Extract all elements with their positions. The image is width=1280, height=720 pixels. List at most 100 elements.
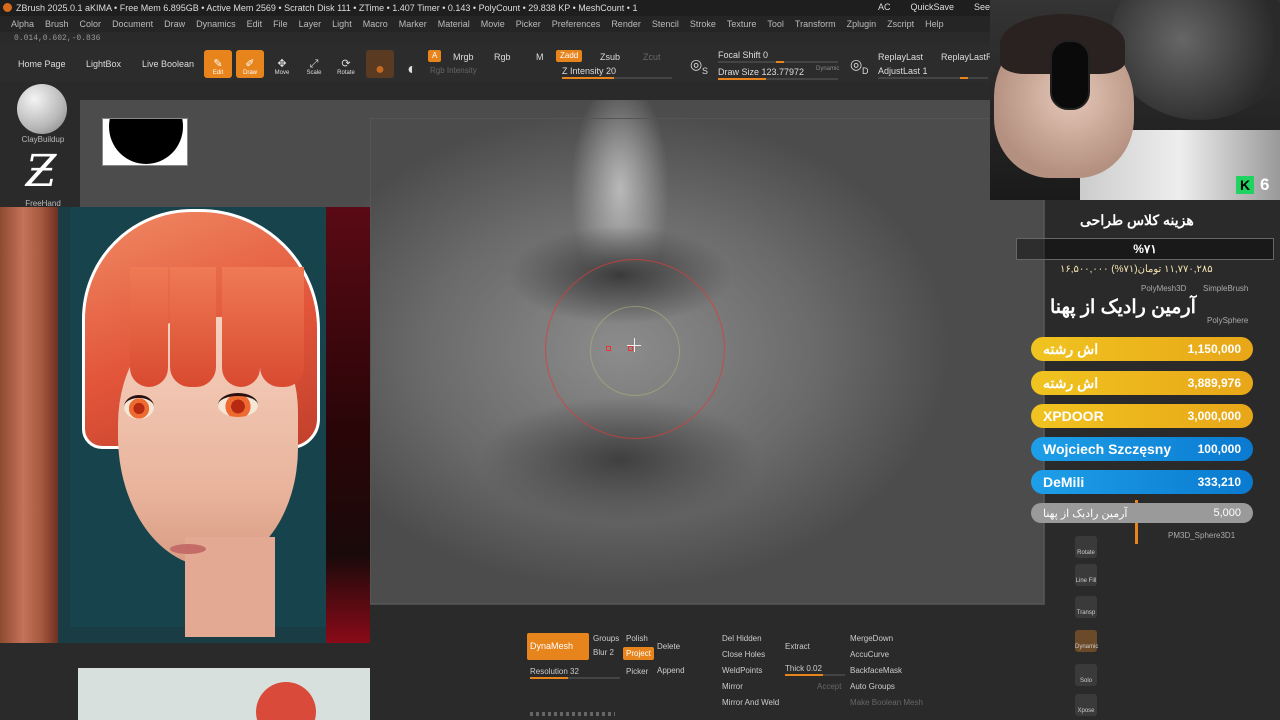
rgb-button[interactable]: Rgb bbox=[494, 52, 511, 62]
adjust-last-track[interactable] bbox=[878, 77, 988, 79]
blur-slider[interactable]: Blur 2 bbox=[593, 648, 614, 657]
menu-item-draw[interactable]: Draw bbox=[164, 19, 185, 29]
menu-item-file[interactable]: File bbox=[273, 19, 288, 29]
accept-button[interactable]: Accept bbox=[817, 682, 841, 691]
zcut-button[interactable]: Zcut bbox=[643, 52, 661, 62]
z-intensity-slider[interactable]: Z Intensity 20 bbox=[562, 66, 616, 76]
see-button[interactable]: See bbox=[974, 2, 990, 12]
menu-item-preferences[interactable]: Preferences bbox=[552, 19, 601, 29]
del-hidden-button[interactable]: Del Hidden bbox=[722, 634, 762, 643]
m-button[interactable]: M bbox=[536, 52, 544, 62]
dynamesh-button[interactable]: DynaMesh bbox=[527, 633, 589, 660]
menu-item-layer[interactable]: Layer bbox=[299, 19, 322, 29]
transp-icon[interactable]: Transp bbox=[1075, 596, 1097, 618]
menu-item-picker[interactable]: Picker bbox=[516, 19, 541, 29]
xpose-icon[interactable]: Xpose bbox=[1075, 694, 1097, 716]
draw-button[interactable]: ✐ Draw bbox=[236, 50, 264, 78]
solo-icon[interactable]: Solo bbox=[1075, 664, 1097, 686]
resolution-slider[interactable]: Resolution 32 bbox=[530, 667, 579, 676]
extract-button[interactable]: Extract bbox=[785, 642, 810, 651]
live-boolean-button[interactable]: Live Boolean bbox=[142, 59, 194, 69]
picker-button[interactable]: Picker bbox=[626, 667, 648, 676]
menu-item-document[interactable]: Document bbox=[112, 19, 153, 29]
polymesh-label[interactable]: PolyMesh3D bbox=[1141, 284, 1186, 293]
delete-button[interactable]: Delete bbox=[657, 642, 680, 651]
s-button[interactable]: S bbox=[702, 66, 708, 76]
accucurve-button[interactable]: AccuCurve bbox=[850, 650, 889, 659]
groups-button[interactable]: Groups bbox=[593, 634, 619, 643]
menu-item-movie[interactable]: Movie bbox=[481, 19, 505, 29]
texture-button[interactable]: ◐ bbox=[398, 50, 426, 78]
panel-resize-handle[interactable] bbox=[530, 712, 615, 716]
menu-item-dynamics[interactable]: Dynamics bbox=[196, 19, 236, 29]
mirror-and-weld-button[interactable]: Mirror And Weld bbox=[722, 698, 779, 707]
mrgb-button[interactable]: Mrgb bbox=[453, 52, 474, 62]
ac-button[interactable]: AC bbox=[878, 2, 891, 12]
polysphere-label[interactable]: PolySphere bbox=[1207, 316, 1248, 325]
menu-item-material[interactable]: Material bbox=[438, 19, 470, 29]
menu-item-transform[interactable]: Transform bbox=[795, 19, 836, 29]
rotate-button[interactable]: ⟳ Rotate bbox=[332, 50, 360, 78]
menu-item-stencil[interactable]: Stencil bbox=[652, 19, 679, 29]
menu-item-light[interactable]: Light bbox=[332, 19, 352, 29]
draw-label: Draw bbox=[242, 70, 257, 76]
z-intensity-fill bbox=[562, 77, 614, 79]
material-button[interactable]: ● bbox=[366, 50, 394, 78]
menu-item-alpha[interactable]: Alpha bbox=[11, 19, 34, 29]
replay-last-button[interactable]: ReplayLast bbox=[878, 52, 923, 62]
menu-item-edit[interactable]: Edit bbox=[247, 19, 263, 29]
auto-groups-button[interactable]: Auto Groups bbox=[850, 682, 895, 691]
make-boolean-mesh-button[interactable]: Make Boolean Mesh bbox=[850, 698, 923, 707]
subtool-name[interactable]: PM3D_Sphere3D1 bbox=[1168, 531, 1235, 540]
scale-button[interactable]: ⤢ Scale bbox=[300, 50, 328, 78]
edit-icon: ✎ bbox=[213, 58, 223, 70]
simplebrush-label[interactable]: SimpleBrush bbox=[1203, 284, 1248, 293]
menu-item-marker[interactable]: Marker bbox=[399, 19, 427, 29]
move-button[interactable]: ✥ Move bbox=[268, 50, 296, 78]
alpha-thumbnail[interactable] bbox=[102, 118, 188, 166]
weld-points-button[interactable]: WeldPoints bbox=[722, 666, 762, 675]
reference-eye-left bbox=[124, 395, 154, 419]
menu-item-help[interactable]: Help bbox=[925, 19, 944, 29]
menu-item-brush[interactable]: Brush bbox=[45, 19, 69, 29]
dynamic-toggle[interactable]: Dynamic bbox=[816, 66, 839, 72]
close-holes-button[interactable]: Close Holes bbox=[722, 650, 765, 659]
rotate-icon[interactable]: Rotate bbox=[1075, 536, 1097, 558]
menu-item-stroke[interactable]: Stroke bbox=[690, 19, 716, 29]
menu-item-render[interactable]: Render bbox=[611, 19, 641, 29]
quicksave-button[interactable]: QuickSave bbox=[910, 2, 954, 12]
append-button[interactable]: Append bbox=[657, 666, 685, 675]
a-toggle[interactable]: A bbox=[428, 50, 442, 62]
dynamic-icon[interactable]: Dynamic bbox=[1075, 630, 1098, 652]
lightbox-button[interactable]: LightBox bbox=[86, 59, 121, 69]
donation-row: DeMili 333,210 bbox=[1031, 470, 1253, 494]
focal-shift-slider[interactable]: Focal Shift 0 bbox=[718, 50, 768, 60]
project-button[interactable]: Project bbox=[623, 647, 654, 660]
menu-item-zplugin[interactable]: Zplugin bbox=[847, 19, 877, 29]
menu-item-zscript[interactable]: Zscript bbox=[887, 19, 914, 29]
menu-item-color[interactable]: Color bbox=[80, 19, 102, 29]
donation-row: آرمین رادیک از پهنا 5,000 bbox=[1031, 503, 1253, 523]
zadd-button[interactable]: Zadd bbox=[556, 50, 583, 62]
donor-name: DeMili bbox=[1043, 474, 1085, 490]
thick-slider[interactable]: Thick 0.02 bbox=[785, 664, 822, 673]
backface-mask-button[interactable]: BackfaceMask bbox=[850, 666, 902, 675]
goal-percent-box: %۷۱ bbox=[1016, 238, 1274, 260]
merge-down-button[interactable]: MergeDown bbox=[850, 634, 893, 643]
edit-button[interactable]: ✎ Edit bbox=[204, 50, 232, 78]
home-page-button[interactable]: Home Page bbox=[18, 59, 66, 69]
adjust-last-slider[interactable]: AdjustLast 1 bbox=[878, 66, 928, 76]
polish-button[interactable]: Polish bbox=[626, 634, 648, 643]
mirror-button[interactable]: Mirror bbox=[722, 682, 743, 691]
menu-item-texture[interactable]: Texture bbox=[727, 19, 757, 29]
d-button[interactable]: D bbox=[862, 66, 869, 76]
linefill-icon[interactable]: Line Fill bbox=[1075, 564, 1097, 586]
menu-item-macro[interactable]: Macro bbox=[363, 19, 388, 29]
freehand-stroke-icon[interactable]: Ƶ bbox=[14, 148, 68, 198]
menu-item-tool[interactable]: Tool bbox=[767, 19, 784, 29]
clay-buildup-brush-icon[interactable] bbox=[17, 84, 67, 134]
rgb-intensity-slider[interactable]: Rgb Intensity bbox=[430, 66, 477, 75]
reference-bang bbox=[130, 267, 168, 387]
zsub-button[interactable]: Zsub bbox=[600, 52, 620, 62]
draw-size-slider[interactable]: Draw Size 123.77972 bbox=[718, 67, 804, 77]
